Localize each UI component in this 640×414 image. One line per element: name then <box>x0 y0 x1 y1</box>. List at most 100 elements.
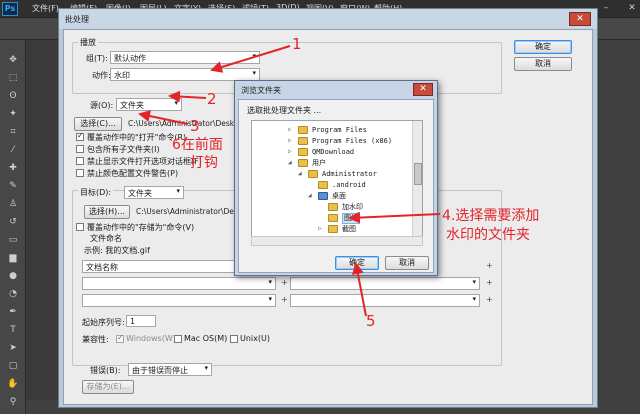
override-save-as-checkbox[interactable] <box>76 223 84 231</box>
folder-tree[interactable]: ▷ Program Files ▷ Program Files (x86) ▷ QMD… <box>251 120 423 238</box>
zoom-tool-icon[interactable]: ⚲ <box>6 396 20 409</box>
chevron-down-icon: ▾ <box>268 278 272 286</box>
folder-icon <box>328 214 338 222</box>
browse-close-button[interactable]: ✕ <box>413 83 433 96</box>
collapse-icon[interactable]: ◢ <box>298 170 302 177</box>
serial-input[interactable]: 1 <box>126 315 156 327</box>
suppress-open-options-checkbox[interactable] <box>76 157 84 165</box>
naming-example: 示例: 我的文档.gif <box>84 246 150 255</box>
destination-choose-button[interactable]: 选择(H)... <box>84 205 130 219</box>
override-open-checkbox[interactable] <box>76 131 84 141</box>
eraser-tool-icon[interactable]: ▭ <box>6 234 20 247</box>
suppress-color-warning-checkbox[interactable] <box>76 169 84 177</box>
stamp-tool-icon[interactable]: ♙ <box>6 198 20 211</box>
gradient-tool-icon[interactable]: ▆ <box>6 252 20 265</box>
user-folder-icon <box>308 170 318 178</box>
action-label: 动作: <box>92 71 111 80</box>
compat-unix-label: Unix(U) <box>240 334 270 343</box>
tools-panel: ✥ ⬚ ʘ ✦ ⌗ ⁄ ✚ ✎ ♙ ↺ ▭ ▆ ● ◔ ✒ T ➤ ▢ ✋ ⚲ <box>0 40 26 414</box>
destination-path: C:\Users\Administrator\Deskt <box>136 207 246 216</box>
source-choose-button[interactable]: 选择(C)... <box>74 117 122 131</box>
naming-field-3[interactable]: ▾ <box>82 277 276 290</box>
healing-brush-icon[interactable]: ✚ <box>6 162 20 175</box>
folder-icon <box>298 126 308 134</box>
compat-windows-checkbox[interactable] <box>116 333 124 343</box>
collapse-icon[interactable]: ◢ <box>308 192 312 199</box>
batch-dialog-close-button[interactable]: ✕ <box>569 12 591 26</box>
close-icon[interactable]: ✕ <box>626 2 638 14</box>
ok-button[interactable]: 确定 <box>514 40 572 54</box>
move-tool-icon[interactable]: ✥ <box>6 54 20 67</box>
scroll-thumb[interactable] <box>414 163 422 185</box>
blur-tool-icon[interactable]: ● <box>6 270 20 283</box>
compat-mac-checkbox[interactable] <box>174 335 182 343</box>
naming-field-4[interactable]: ▾ <box>290 277 480 290</box>
expand-icon[interactable]: ▷ <box>288 137 292 144</box>
browse-cancel-button[interactable]: 取消 <box>385 256 429 270</box>
browse-ok-button[interactable]: 确定 <box>335 256 379 270</box>
expand-icon[interactable]: ▷ <box>318 225 322 232</box>
errors-select[interactable]: 由于错误而停止 ▾ <box>128 363 212 376</box>
hand-tool-icon[interactable]: ✋ <box>6 378 20 391</box>
plus-icon: + <box>281 278 288 287</box>
path-select-icon[interactable]: ➤ <box>6 342 20 355</box>
tree-item-android[interactable]: .android <box>252 180 412 191</box>
tree-item-desktop[interactable]: ◢ 桌面 <box>252 191 412 202</box>
shape-tool-icon[interactable]: ▢ <box>6 360 20 373</box>
folder-icon <box>328 203 338 211</box>
set-select[interactable]: 默认动作 ▾ <box>110 51 260 64</box>
tree-vertical-scrollbar[interactable] <box>412 121 422 237</box>
marquee-tool-icon[interactable]: ⬚ <box>6 72 20 85</box>
tree-item-screenshots[interactable]: ▷ 截图 <box>252 224 412 235</box>
brush-tool-icon[interactable]: ✎ <box>6 180 20 193</box>
tree-item-label: QMDownload <box>312 148 355 156</box>
expand-icon[interactable]: ▷ <box>288 148 292 155</box>
collapse-icon[interactable]: ◢ <box>288 159 292 166</box>
menu-file[interactable]: 文件(F) <box>32 3 59 14</box>
cancel-button[interactable]: 取消 <box>514 57 572 71</box>
chevron-down-icon: ▾ <box>204 364 208 372</box>
save-as-button[interactable]: 存储为(E)... <box>82 380 134 394</box>
compat-mac-label: Mac OS(M) <box>184 334 228 343</box>
tree-horizontal-scrollbar[interactable] <box>251 236 423 246</box>
batch-dialog-title: 批处理 <box>59 9 597 29</box>
tree-item-program-files[interactable]: ▷ Program Files <box>252 125 412 136</box>
tree-item-program-files-x86[interactable]: ▷ Program Files (x86) <box>252 136 412 147</box>
tree-item-label: Program Files (x86) <box>312 137 393 145</box>
override-open-label: 覆盖动作中的"打开"命令(R) <box>87 133 187 142</box>
magic-wand-icon[interactable]: ✦ <box>6 108 20 121</box>
dodge-tool-icon[interactable]: ◔ <box>6 288 20 301</box>
crop-tool-icon[interactable]: ⌗ <box>6 126 20 139</box>
tree-item-administrator[interactable]: ◢ Administrator <box>252 169 412 180</box>
tree-item-label: 用户 <box>312 159 326 167</box>
serial-label: 起始序列号: <box>82 318 125 327</box>
tree-item-add-watermark[interactable]: 加水印 <box>252 202 412 213</box>
tree-item-label: 加水印 <box>342 203 363 211</box>
plus-icon: + <box>486 295 493 304</box>
tree-item-pictures[interactable]: 图片 <box>252 213 412 224</box>
type-tool-icon[interactable]: T <box>6 324 20 337</box>
compat-unix-checkbox[interactable] <box>230 335 238 343</box>
errors-select-value: 由于错误而停止 <box>132 366 188 375</box>
folder-icon <box>328 225 338 233</box>
minimize-icon[interactable]: – <box>600 2 612 14</box>
tree-item-users[interactable]: ◢ 用户 <box>252 158 412 169</box>
destination-select[interactable]: 文件夹 ▾ <box>124 186 184 199</box>
expand-icon[interactable]: ▷ <box>288 126 292 133</box>
source-select[interactable]: 文件夹 ▾ <box>116 98 182 111</box>
suppress-color-warning-label: 禁止颜色配置文件警告(P) <box>87 169 179 178</box>
include-subfolders-checkbox[interactable] <box>76 145 84 153</box>
tree-item-qmdownload[interactable]: ▷ QMDownload <box>252 147 412 158</box>
naming-field-6[interactable]: ▾ <box>290 294 480 307</box>
chevron-down-icon: ▾ <box>252 52 256 60</box>
lasso-tool-icon[interactable]: ʘ <box>6 90 20 103</box>
chevron-down-icon: ▾ <box>268 295 272 303</box>
history-brush-icon[interactable]: ↺ <box>6 216 20 229</box>
destination-select-value: 文件夹 <box>128 189 152 198</box>
tree-item-label-selected: 图片 <box>342 213 360 224</box>
set-select-value: 默认动作 <box>114 54 146 63</box>
pen-tool-icon[interactable]: ✒ <box>6 306 20 319</box>
chevron-down-icon: ▾ <box>176 187 180 195</box>
eyedropper-icon[interactable]: ⁄ <box>6 144 20 157</box>
naming-field-5[interactable]: ▾ <box>82 294 276 307</box>
